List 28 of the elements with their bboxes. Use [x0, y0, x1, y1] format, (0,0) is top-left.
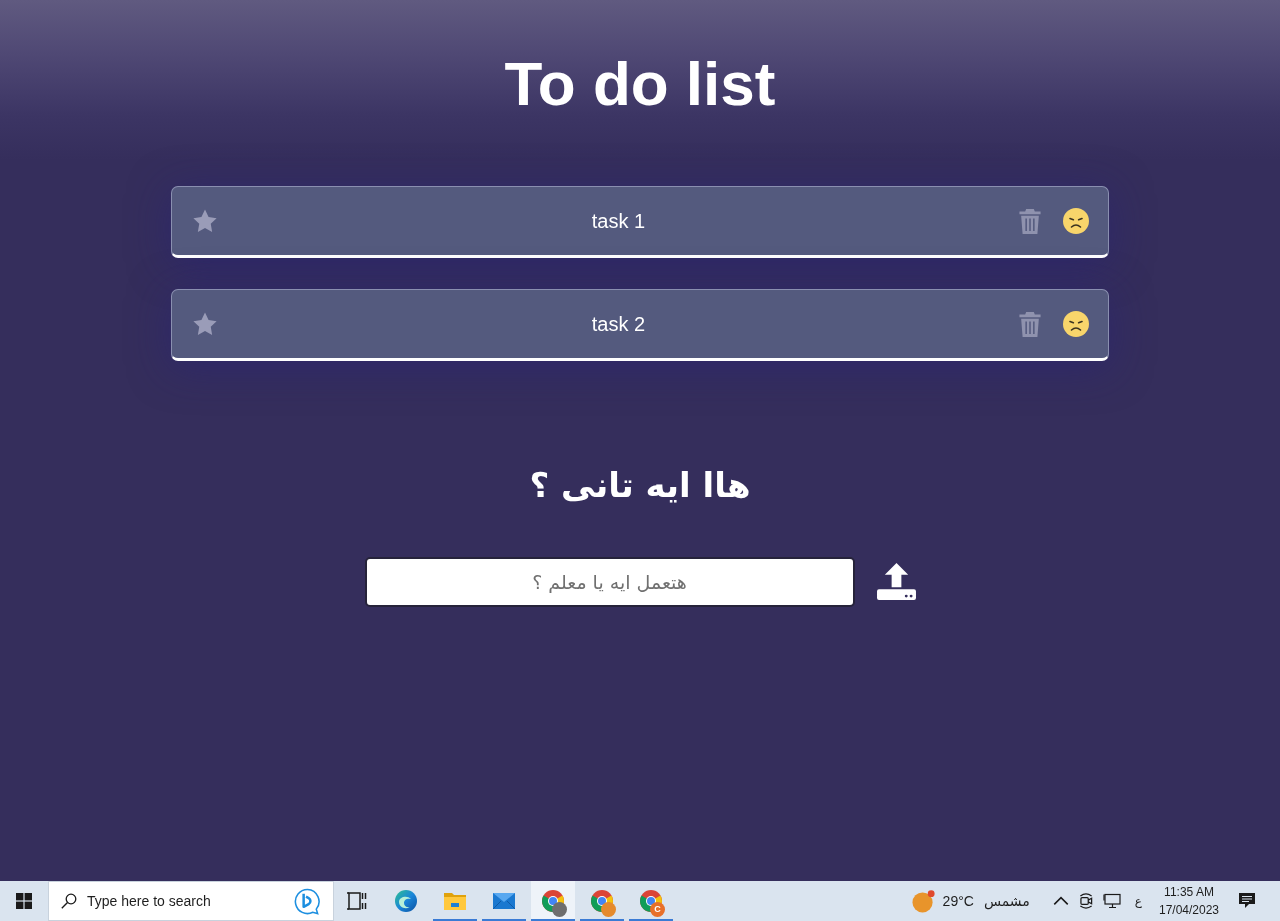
- task-text: task 1: [590, 209, 647, 235]
- swirl-icon: [394, 889, 418, 913]
- task-text: task 2: [590, 312, 647, 338]
- temperature-text: 29°C: [942, 891, 974, 911]
- search-placeholder: Type here to search: [87, 891, 211, 911]
- upload-button[interactable]: [876, 563, 916, 601]
- section-heading: هاا ايه تانى ؟: [529, 464, 751, 508]
- task-view-icon: [345, 889, 369, 913]
- taskbar-app-button[interactable]: [531, 881, 575, 921]
- page-title: To do list: [504, 48, 776, 120]
- sad-face-icon[interactable]: [1063, 208, 1089, 235]
- taskbar-search-field[interactable]: Type here to search: [48, 881, 334, 921]
- clock-time[interactable]: 11:35 AM: [1164, 883, 1214, 901]
- clock-date[interactable]: 17/04/2023: [1158, 901, 1220, 919]
- upload-icon: [876, 563, 916, 601]
- star-icon[interactable]: [192, 208, 218, 234]
- monitor-icon[interactable]: [1102, 892, 1121, 910]
- task-input[interactable]: هتعمل ايه يا معلم ؟: [364, 556, 855, 607]
- weather-text: مشمس: [983, 891, 1030, 912]
- sun-icon[interactable]: [911, 889, 935, 913]
- sad-face-icon[interactable]: [1063, 311, 1089, 338]
- star-icon[interactable]: [192, 311, 218, 337]
- search-icon: [61, 893, 77, 909]
- notification-icon[interactable]: [1238, 892, 1256, 910]
- windows-logo-icon: [16, 893, 32, 909]
- profile-badge: C: [650, 902, 665, 917]
- chat-bubble-icon[interactable]: [294, 887, 321, 915]
- language-indicator[interactable]: ع: [1134, 892, 1142, 910]
